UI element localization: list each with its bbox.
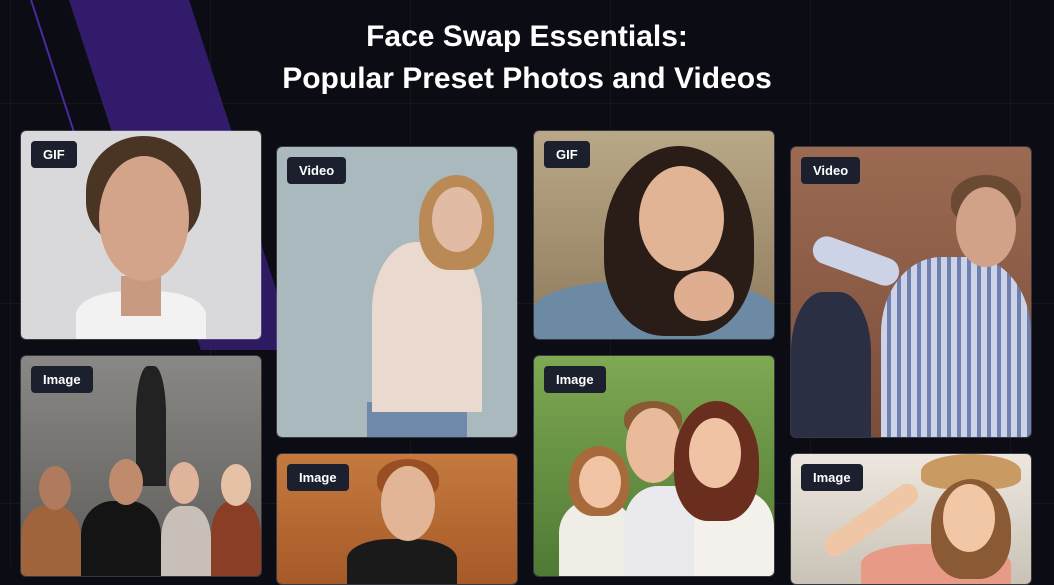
- preset-card-video-man[interactable]: Video: [790, 146, 1032, 438]
- title-line-1: Face Swap Essentials:: [366, 20, 688, 53]
- media-type-badge: Image: [31, 366, 93, 393]
- preset-card-image-woman-hat[interactable]: Image: [790, 453, 1032, 585]
- media-type-badge: GIF: [31, 141, 77, 168]
- preset-photo: [277, 147, 517, 437]
- title-line-2: Popular Preset Photos and Videos: [282, 62, 772, 95]
- media-type-badge: Image: [544, 366, 606, 393]
- media-type-badge: Video: [801, 157, 861, 184]
- media-type-badge: Video: [287, 157, 347, 184]
- preset-card-image-man-autumn[interactable]: Image: [276, 453, 518, 585]
- preset-card-image-family[interactable]: Image: [533, 355, 775, 577]
- section-title: Face Swap Essentials: Popular Preset Pho…: [0, 16, 1054, 100]
- preset-card-gif-man[interactable]: GIF: [20, 130, 262, 340]
- media-type-badge: Image: [287, 464, 349, 491]
- preset-card-video-woman[interactable]: Video: [276, 146, 518, 438]
- preset-card-image-group[interactable]: Image: [20, 355, 262, 577]
- media-type-badge: Image: [801, 464, 863, 491]
- media-type-badge: GIF: [544, 141, 590, 168]
- preset-card-gif-woman[interactable]: GIF: [533, 130, 775, 340]
- preset-photo: [791, 147, 1031, 437]
